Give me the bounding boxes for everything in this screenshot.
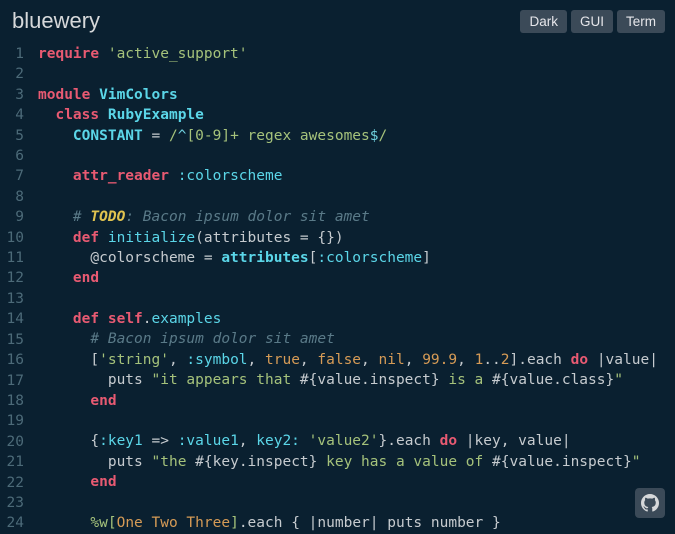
line-number: 12 (0, 268, 24, 288)
code-line: module VimColors (38, 85, 658, 105)
code-line: attr_reader :colorscheme (38, 166, 658, 186)
line-number: 22 (0, 473, 24, 493)
line-number: 21 (0, 452, 24, 472)
code-line (38, 187, 658, 207)
line-number: 19 (0, 411, 24, 431)
code-line: def initialize(attributes = {}) (38, 228, 658, 248)
code-line: end (38, 472, 658, 492)
line-number: 8 (0, 187, 24, 207)
code-line: ['string', :symbol, true, false, nil, 99… (38, 350, 658, 370)
code-line: @colorscheme = attributes[:colorscheme] (38, 248, 658, 268)
line-number: 16 (0, 350, 24, 370)
code-line: def self.examples (38, 309, 658, 329)
code-line: puts "the #{key.inspect} key has a value… (38, 452, 658, 472)
line-number: 17 (0, 371, 24, 391)
view-buttons: Dark GUI Term (520, 10, 665, 33)
line-number: 14 (0, 309, 24, 329)
gui-button[interactable]: GUI (571, 10, 613, 33)
line-number: 6 (0, 146, 24, 166)
code-editor: 123456789101112131415161718192021222324 … (0, 44, 675, 534)
term-button[interactable]: Term (617, 10, 665, 33)
code-line: end (38, 391, 658, 411)
github-link[interactable] (635, 488, 665, 518)
code-line: class RubyExample (38, 105, 658, 125)
line-number: 10 (0, 228, 24, 248)
code-line: require 'active_support' (38, 44, 658, 64)
line-number-gutter: 123456789101112131415161718192021222324 (0, 44, 32, 534)
line-number: 24 (0, 513, 24, 533)
line-number: 9 (0, 207, 24, 227)
code-line: end (38, 268, 658, 288)
code-line (38, 289, 658, 309)
line-number: 7 (0, 166, 24, 186)
line-number: 18 (0, 391, 24, 411)
line-number: 23 (0, 493, 24, 513)
code-line: {:key1 => :value1, key2: 'value2'}.each … (38, 431, 658, 451)
line-number: 2 (0, 64, 24, 84)
header: bluewery Dark GUI Term (0, 0, 675, 44)
line-number: 1 (0, 44, 24, 64)
line-number: 11 (0, 248, 24, 268)
line-number: 15 (0, 330, 24, 350)
code-line (38, 411, 658, 431)
line-number: 5 (0, 126, 24, 146)
line-number: 4 (0, 105, 24, 125)
line-number: 20 (0, 432, 24, 452)
code-line (38, 146, 658, 166)
code-line: CONSTANT = /^[0-9]+ regex awesomes$/ (38, 126, 658, 146)
code-line: puts "it appears that #{value.inspect} i… (38, 370, 658, 390)
github-icon (641, 494, 659, 512)
code-line (38, 64, 658, 84)
dark-button[interactable]: Dark (520, 10, 567, 33)
code-content[interactable]: require 'active_support' module VimColor… (32, 44, 658, 534)
scheme-title: bluewery (12, 8, 100, 34)
line-number: 13 (0, 289, 24, 309)
code-line: %w[One Two Three].each { |number| puts n… (38, 513, 658, 533)
code-line (38, 493, 658, 513)
code-line: # Bacon ipsum dolor sit amet (38, 329, 658, 349)
line-number: 3 (0, 85, 24, 105)
code-line: # TODO: Bacon ipsum dolor sit amet (38, 207, 658, 227)
